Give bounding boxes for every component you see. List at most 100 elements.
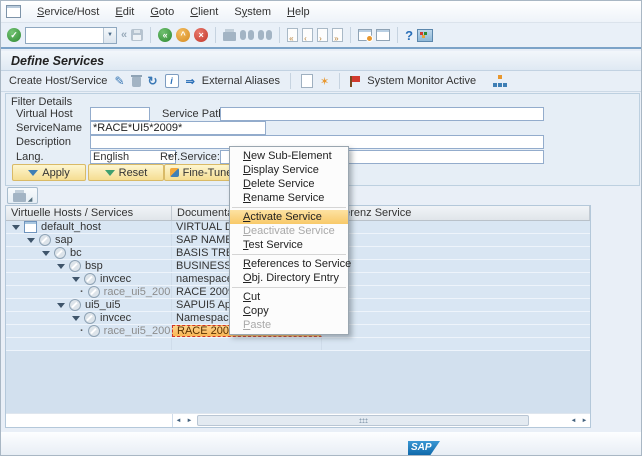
back-button[interactable]: « <box>158 28 172 42</box>
referenz-cell[interactable] <box>322 221 590 233</box>
toolbar-separator <box>215 27 216 43</box>
menu-item-activate-service[interactable]: Activate Service <box>230 210 348 224</box>
toolbar-separator <box>350 27 351 43</box>
print-button[interactable]: ◢ <box>7 187 38 204</box>
description-label: Description <box>16 136 71 148</box>
referenz-cell[interactable] <box>322 286 590 298</box>
fine-tune-button[interactable]: Fine-Tune <box>164 164 238 181</box>
system-menu-icon[interactable] <box>6 5 21 18</box>
enter-button[interactable]: ✓ <box>7 28 21 42</box>
service-path-input[interactable] <box>220 107 544 121</box>
menu-bar: Service/Host Edit Goto Client System Hel… <box>1 1 641 23</box>
language-label: Lang. <box>16 151 44 163</box>
scroll-left-icon[interactable]: ◄ <box>568 415 579 426</box>
menu-item-copy[interactable]: Copy <box>230 304 348 318</box>
expander-icon[interactable] <box>57 264 65 269</box>
copy-icon[interactable] <box>301 74 313 88</box>
create-shortcut-icon[interactable] <box>376 29 390 41</box>
tree-node-label: default_host <box>41 221 101 233</box>
expander-icon[interactable] <box>72 316 80 321</box>
tree-node-label: sap <box>55 234 73 246</box>
tree-node-label: race_ui5_2009 <box>104 325 172 337</box>
expander-icon[interactable] <box>12 225 20 230</box>
host-icon <box>24 221 37 233</box>
collapse-icon[interactable]: « <box>121 29 127 41</box>
new-session-icon[interactable] <box>358 29 372 41</box>
menu-item-test-service[interactable]: Test Service <box>230 238 348 252</box>
scrollbar-thumb[interactable] <box>197 415 529 426</box>
menu-item-cut[interactable]: Cut <box>230 290 348 304</box>
refresh-icon[interactable]: ↻ <box>148 75 158 87</box>
hierarchy-icon[interactable] <box>493 75 507 87</box>
info-icon[interactable]: i <box>165 74 179 88</box>
previous-page-icon[interactable]: ‹ <box>302 28 313 42</box>
print-icon <box>13 193 26 202</box>
expander-icon[interactable] <box>72 277 80 282</box>
tree-node-label: ui5_ui5 <box>85 299 120 311</box>
exit-icon: ^ <box>180 31 185 40</box>
tree-row-empty <box>6 338 590 351</box>
referenz-cell[interactable] <box>322 299 590 311</box>
find-icon[interactable] <box>240 30 254 40</box>
menu-system[interactable]: System <box>226 3 279 21</box>
delete-icon[interactable] <box>132 77 141 87</box>
customize-local-layout-icon[interactable] <box>417 29 433 42</box>
menu-service-host[interactable]: Service/Host <box>29 3 107 21</box>
menu-help[interactable]: Help <box>279 3 318 21</box>
referenz-cell[interactable] <box>322 273 590 285</box>
external-aliases-button[interactable]: External Aliases <box>202 75 280 87</box>
cancel-icon: × <box>198 31 203 40</box>
service-name-label: ServiceName <box>16 122 82 134</box>
chevron-down-icon[interactable]: ▼ <box>103 28 116 43</box>
external-aliases-arrow-icon[interactable]: ⇒ <box>186 75 195 88</box>
scroll-left-icon[interactable]: ◄ <box>173 415 184 426</box>
expander-icon[interactable] <box>57 303 65 308</box>
menu-item-display-service[interactable]: Display Service <box>230 163 348 177</box>
toolbar-divider <box>1 47 641 49</box>
menu-item-new-sub-element[interactable]: New Sub-Element <box>230 149 348 163</box>
next-page-icon[interactable]: › <box>317 28 328 42</box>
toolbar-separator <box>279 27 280 43</box>
standard-toolbar: ✓ ▼ « « ^ × « ‹ › » ? <box>1 23 641 47</box>
change-icon[interactable]: ✎ <box>114 75 124 87</box>
last-page-icon[interactable]: » <box>332 28 343 42</box>
menu-goto[interactable]: Goto <box>142 3 182 21</box>
service-name-input[interactable] <box>90 121 266 135</box>
help-icon[interactable]: ? <box>405 28 413 43</box>
referenz-cell[interactable] <box>322 325 590 337</box>
expander-icon[interactable] <box>27 238 35 243</box>
menu-item-delete-service[interactable]: Delete Service <box>230 177 348 191</box>
create-host-service-button[interactable]: Create Host/Service <box>9 75 107 87</box>
first-page-icon[interactable]: « <box>287 28 298 42</box>
referenz-cell[interactable] <box>322 312 590 324</box>
scroll-right-icon[interactable]: ► <box>579 415 590 426</box>
expander-icon[interactable] <box>42 251 50 256</box>
find-next-icon[interactable] <box>258 30 272 40</box>
scroll-right-icon[interactable]: ► <box>184 415 195 426</box>
previous-page-glyph: ‹ <box>304 35 307 43</box>
menu-edit[interactable]: Edit <box>107 3 142 21</box>
menu-item-references-to-service[interactable]: References to Service <box>230 257 348 271</box>
menu-item-rename-service[interactable]: Rename Service <box>230 191 348 205</box>
command-input[interactable] <box>26 28 103 43</box>
service-icon <box>54 247 66 259</box>
back-icon: « <box>163 31 168 40</box>
print-icon[interactable] <box>223 32 236 41</box>
referenz-cell[interactable] <box>322 260 590 272</box>
print-dropdown-icon[interactable]: ◢ <box>28 197 33 203</box>
referenz-cell[interactable] <box>322 234 590 246</box>
system-monitor-active-button[interactable]: System Monitor Active <box>367 75 476 87</box>
menu-separator <box>232 254 346 255</box>
virtual-host-input[interactable] <box>90 107 150 121</box>
reset-button[interactable]: Reset <box>88 164 164 181</box>
menu-item-obj-directory-entry[interactable]: Obj. Directory Entry <box>230 271 348 285</box>
referenz-cell[interactable] <box>322 247 590 259</box>
exit-button[interactable]: ^ <box>176 28 190 42</box>
save-icon[interactable] <box>131 29 143 41</box>
apply-button[interactable]: Apply <box>12 164 86 181</box>
menu-client[interactable]: Client <box>182 3 226 21</box>
wizard-icon[interactable]: ✶ <box>320 75 329 88</box>
page-title: Define Services <box>11 54 104 68</box>
cancel-button[interactable]: × <box>194 28 208 42</box>
service-path-label: Service Path <box>162 108 224 120</box>
